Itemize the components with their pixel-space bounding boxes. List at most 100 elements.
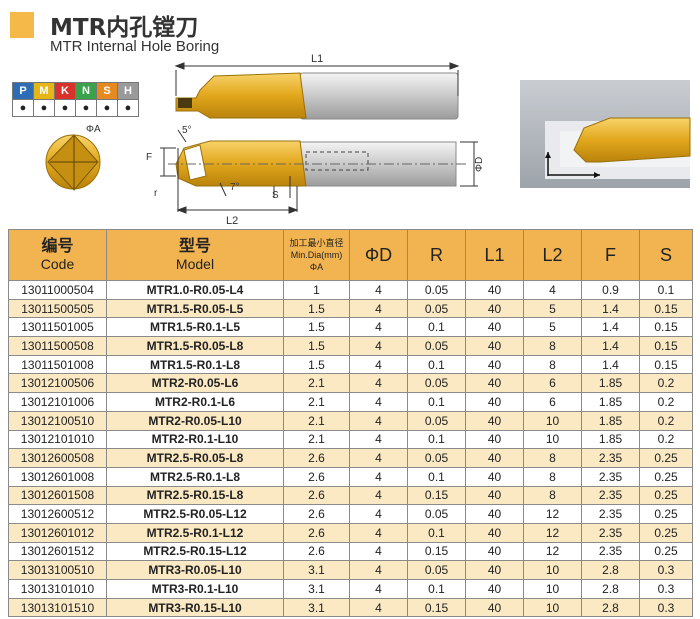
l2-label: L2: [226, 215, 238, 227]
cell-f: 2.8: [581, 579, 640, 599]
s-label: S: [272, 190, 279, 201]
cell-model: MTR3-R0.15-L10: [106, 597, 284, 618]
cell-f: 2.8: [581, 597, 640, 618]
cell-model: MTR1.5-R0.1-L8: [106, 354, 284, 375]
cell-l1: 40: [465, 317, 524, 338]
cell-l1: 40: [465, 597, 524, 618]
cell-f: 1.85: [581, 373, 640, 394]
cell-min-dia: 1.5: [283, 298, 350, 319]
col-header-model: 型号 Model: [106, 229, 284, 281]
tool-render-top: [175, 72, 459, 120]
cell-r: 0.05: [407, 560, 466, 580]
cell-code: 13011501005: [8, 317, 107, 338]
cell-model: MTR3-R0.05-L10: [106, 560, 284, 580]
table-row: 13012100506 MTR2-R0.05-L6 2.1 4 0.05 40 6 1.85 0…: [8, 373, 693, 394]
cell-min-dia: 2.1: [283, 429, 350, 450]
cell-phid: 4: [349, 410, 408, 431]
cell-model: MTR2-R0.1-L10: [106, 429, 284, 450]
cell-r: 0.1: [407, 429, 466, 450]
cell-r: 0.1: [407, 579, 466, 599]
cell-l2: 10: [523, 429, 582, 450]
cell-code: 13011500505: [8, 298, 107, 319]
cell-l1: 40: [465, 560, 524, 580]
tool-drawing: L1 ΦA 5° F r 7° S L2 ΦD: [45, 53, 691, 227]
col-header-code: 编号 Code: [8, 229, 107, 281]
cell-l2: 12: [523, 522, 582, 543]
cell-s: 0.3: [639, 597, 693, 618]
table-row: 13012601008 MTR2.5-R0.1-L8 2.6 4 0.1 40 8 2.35 0…: [8, 466, 693, 487]
cell-min-dia: 2.6: [283, 485, 350, 506]
cell-code: 13012601512: [8, 541, 107, 562]
cell-code: 13013101010: [8, 579, 107, 599]
cell-phid: 4: [349, 317, 408, 338]
cell-s: 0.25: [639, 448, 693, 468]
cell-s: 0.1: [639, 280, 693, 300]
col-header-f: F: [581, 229, 640, 281]
tool-side-view: [168, 140, 468, 187]
table-row: 13012600508 MTR2.5-R0.05-L8 2.6 4 0.05 40 8 2.3…: [8, 448, 693, 468]
cell-min-dia: 3.1: [283, 560, 350, 580]
cell-r: 0.1: [407, 522, 466, 543]
spec-header-row: 编号 Code 型号 Model 加工最小直径 Min.Dia(mm) ΦA Φ…: [8, 229, 693, 281]
cell-phid: 4: [349, 373, 408, 394]
cell-phid: 4: [349, 504, 408, 524]
cell-s: 0.2: [639, 392, 693, 412]
table-row: 13012101006 MTR2-R0.1-L6 2.1 4 0.1 40 6 1.85 0.2: [8, 392, 693, 412]
cell-l2: 8: [523, 466, 582, 487]
col-header-r: R: [407, 229, 466, 281]
cell-l2: 10: [523, 560, 582, 580]
cell-code: 13012601012: [8, 522, 107, 543]
cell-min-dia: 1.5: [283, 317, 350, 338]
cell-code: 13013100510: [8, 560, 107, 580]
spec-table: 编号 Code 型号 Model 加工最小直径 Min.Dia(mm) ΦA Φ…: [8, 229, 693, 618]
cell-l1: 40: [465, 373, 524, 394]
cell-phid: 4: [349, 429, 408, 450]
cell-s: 0.15: [639, 298, 693, 319]
cell-r: 0.1: [407, 317, 466, 338]
cell-l1: 40: [465, 579, 524, 599]
cell-s: 0.3: [639, 579, 693, 599]
cell-f: 1.85: [581, 392, 640, 412]
cell-code: 13011000504: [8, 280, 107, 300]
cell-phid: 4: [349, 579, 408, 599]
cell-code: 13011501008: [8, 354, 107, 375]
cell-f: 1.85: [581, 410, 640, 431]
cell-s: 0.25: [639, 541, 693, 562]
cell-code: 13012601008: [8, 466, 107, 487]
table-row: 13013101510 MTR3-R0.15-L10 3.1 4 0.15 40 10 2.8…: [8, 597, 693, 618]
cell-model: MTR1.5-R0.05-L8: [106, 336, 284, 356]
cell-r: 0.1: [407, 392, 466, 412]
cell-min-dia: 2.1: [283, 373, 350, 394]
col-header-phid: ΦD: [349, 229, 408, 281]
cell-s: 0.25: [639, 466, 693, 487]
table-row: 13011501005 MTR1.5-R0.1-L5 1.5 4 0.1 40 5 1.4 0.…: [8, 317, 693, 338]
cell-f: 1.4: [581, 317, 640, 338]
cell-s: 0.15: [639, 354, 693, 375]
cell-l1: 40: [465, 504, 524, 524]
cell-code: 13012600508: [8, 448, 107, 468]
cell-s: 0.3: [639, 560, 693, 580]
phi-d-label: ΦD: [474, 157, 485, 172]
cell-min-dia: 1.5: [283, 336, 350, 356]
cell-l2: 6: [523, 392, 582, 412]
cell-l1: 40: [465, 280, 524, 300]
insert-end-view: [45, 134, 101, 191]
table-row: 13013100510 MTR3-R0.05-L10 3.1 4 0.05 40 10 2.8…: [8, 560, 693, 580]
cell-min-dia: 2.6: [283, 466, 350, 487]
table-row: 13011501008 MTR1.5-R0.1-L8 1.5 4 0.1 40 8 1.4 0.…: [8, 354, 693, 375]
cell-code: 13012101006: [8, 392, 107, 412]
cell-l2: 5: [523, 298, 582, 319]
angle-5-label: 5°: [182, 125, 192, 136]
cell-f: 0.9: [581, 280, 640, 300]
title-accent-square: [10, 12, 34, 38]
cell-s: 0.15: [639, 336, 693, 356]
cell-phid: 4: [349, 560, 408, 580]
cell-f: 2.35: [581, 522, 640, 543]
cell-l2: 12: [523, 504, 582, 524]
table-row: 13012100510 MTR2-R0.05-L10 2.1 4 0.05 40 10 1.8…: [8, 410, 693, 431]
cell-l2: 8: [523, 448, 582, 468]
cell-f: 2.35: [581, 466, 640, 487]
cell-model: MTR1.0-R0.05-L4: [106, 280, 284, 300]
cell-l1: 40: [465, 485, 524, 506]
cell-min-dia: 3.1: [283, 579, 350, 599]
